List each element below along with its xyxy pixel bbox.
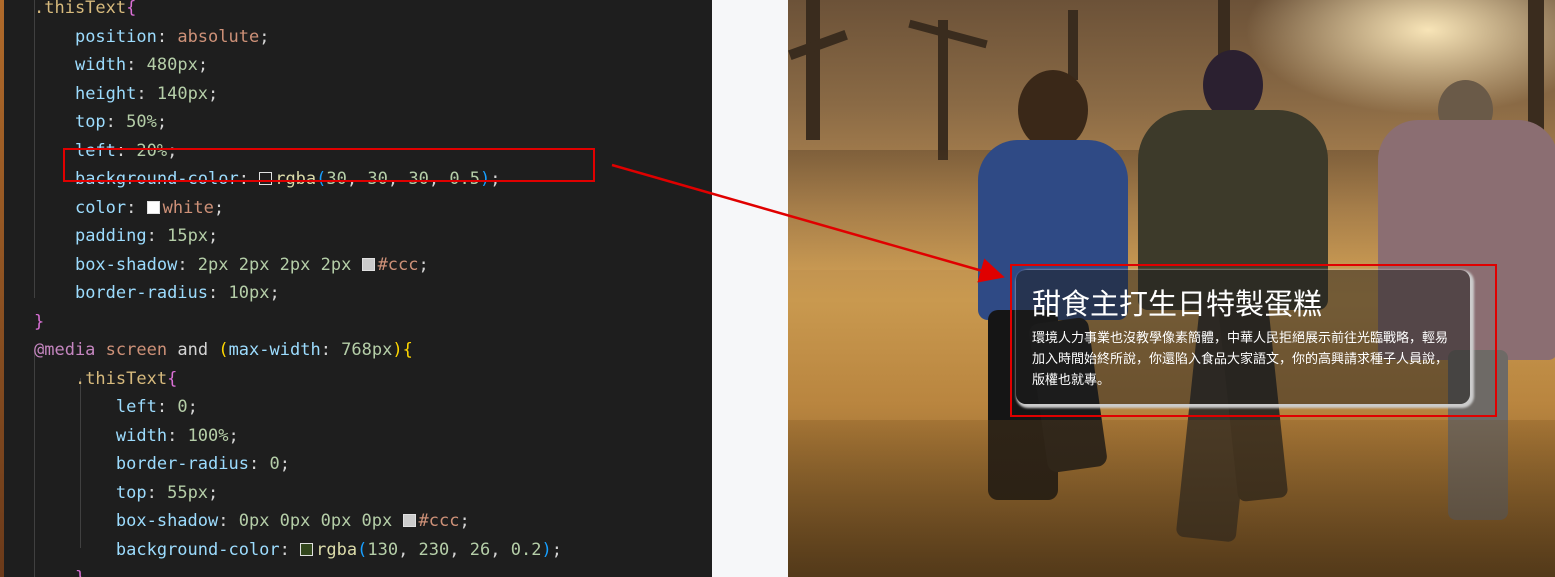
annotation-arrow <box>611 163 1005 283</box>
